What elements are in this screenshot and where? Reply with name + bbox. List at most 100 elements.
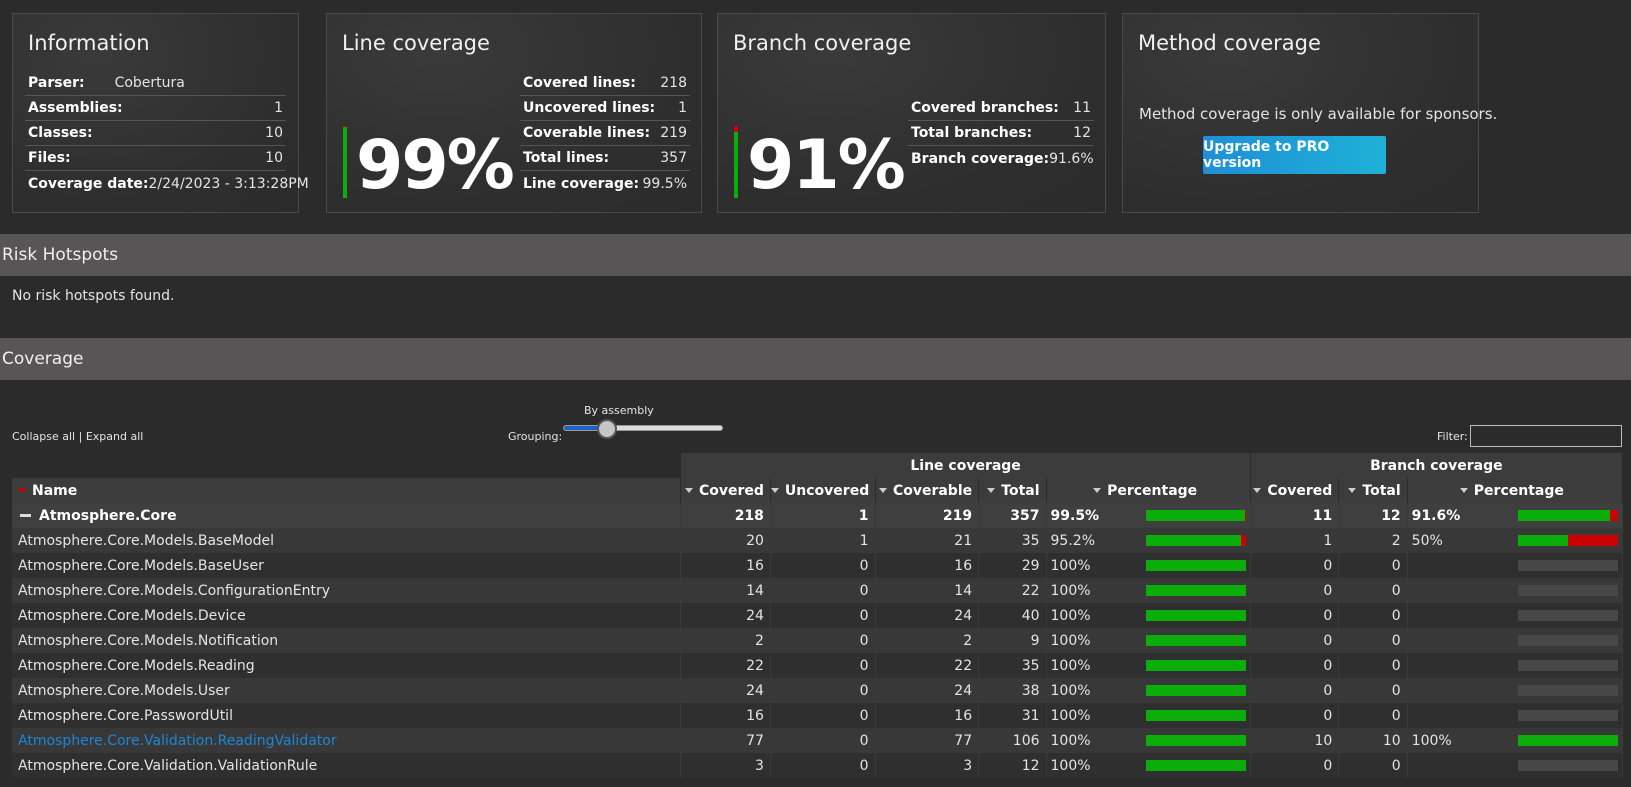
table-row[interactable]: Atmosphere.Core.Models.Reading 22 0 22 35 100… <box>12 653 1624 678</box>
branch-coverage-bar <box>1518 660 1618 671</box>
column-branch-percentage[interactable]: Percentage <box>1407 478 1624 503</box>
sort-icon <box>684 488 693 493</box>
table-row[interactable]: Atmosphere.Core.Models.User 24 0 24 38 100% 0 0 <box>12 678 1624 703</box>
table-row[interactable]: Atmosphere.Core.Validation.ReadingValida… <box>12 728 1624 753</box>
sort-icon <box>1459 488 1468 493</box>
no-risk-hotspots-text: No risk hotspots found. <box>12 288 175 304</box>
covered-fill <box>1145 610 1246 621</box>
info-row-parser: Parser: Cobertura <box>25 71 286 96</box>
uncovered-gauge-fill <box>734 126 738 133</box>
covered-fill <box>1145 585 1246 596</box>
column-group-header: Line coverage Branch coverage <box>12 453 1624 478</box>
branch-coverage-card: Branch coverage 91% Covered branches: 11 … <box>717 13 1106 213</box>
collapse-icon[interactable] <box>20 514 31 517</box>
branch-coverage-bar <box>1518 710 1618 721</box>
class-name: Atmosphere.Core.Models.Device <box>18 607 246 624</box>
line-row-coverable: Coverable lines: 219 <box>520 121 690 146</box>
line-coverage-gauge <box>343 126 347 198</box>
class-name: Atmosphere.Core.Models.BaseUser <box>18 557 264 574</box>
table-row[interactable]: Atmosphere.Core.Models.Device 24 0 24 40 100%… <box>12 603 1624 628</box>
uncovered-fill <box>1609 510 1618 521</box>
expand-collapse-controls: Collapse all | Expand all <box>12 430 143 443</box>
line-row-coverage: Line coverage: 99.5% <box>523 175 687 192</box>
covered-fill <box>1145 560 1246 571</box>
information-card: Information Parser: Cobertura Assemblies:… <box>12 13 309 213</box>
line-coverage-list: Covered lines: 218 Uncovered lines: 1 Cove… <box>520 71 690 196</box>
sort-icon <box>1348 488 1357 493</box>
sort-icon <box>987 488 996 493</box>
parser-value: Cobertura <box>114 75 185 91</box>
class-link[interactable]: Atmosphere.Core.Validation.ReadingValida… <box>18 733 337 749</box>
line-coverage-bar <box>1145 735 1246 746</box>
information-title: Information <box>28 31 150 55</box>
line-row-covered: Covered lines: 218 <box>520 71 690 96</box>
grouping-slider[interactable] <box>563 425 723 431</box>
link-separator: | <box>78 430 83 443</box>
class-name: Atmosphere.Core.Models.Notification <box>18 632 279 649</box>
upgrade-pro-button[interactable]: Upgrade to PRO version <box>1203 136 1386 174</box>
line-row-uncovered: Uncovered lines: 1 <box>520 96 690 121</box>
covered-fill <box>1145 760 1246 771</box>
method-coverage-title: Method coverage <box>1138 31 1321 55</box>
sort-icon <box>878 488 887 493</box>
covered-fill <box>1145 660 1246 671</box>
line-coverage-card: Line coverage 99% Covered lines: 218 Unco… <box>326 13 702 213</box>
branch-coverage-bar <box>1518 535 1618 546</box>
column-uncovered[interactable]: Uncovered <box>770 478 876 503</box>
line-coverage-bar <box>1145 710 1246 721</box>
class-name: Atmosphere.Core.PasswordUtil <box>18 707 233 724</box>
uncovered-fill <box>1245 510 1246 521</box>
covered-fill <box>1145 510 1246 521</box>
table-row[interactable]: Atmosphere.Core.Models.BaseModel 20 1 21 35 9… <box>12 528 1624 553</box>
line-coverage-percent: 99% <box>356 126 515 205</box>
line-coverage-bar <box>1145 660 1246 671</box>
uncovered-fill <box>1240 535 1246 546</box>
class-rows: Atmosphere.Core.Models.BaseModel 20 1 21 35 9… <box>12 528 1624 778</box>
line-coverage-bar <box>1145 760 1246 771</box>
branch-row-covered: Covered branches: 11 <box>908 96 1094 121</box>
branch-coverage-bar <box>1518 760 1618 771</box>
line-coverage-bar <box>1145 635 1246 646</box>
table-row[interactable]: Atmosphere.Core.Models.BaseUser 16 0 16 29 10… <box>12 553 1624 578</box>
covered-fill <box>1518 510 1610 521</box>
grouping-label: Grouping: <box>508 430 563 443</box>
column-coverable[interactable]: Coverable <box>875 478 980 503</box>
assembly-row[interactable]: Atmosphere.Core 218 1 219 357 99.5% 11 1… <box>12 503 1624 528</box>
assembly-name: Atmosphere.Core <box>39 507 177 524</box>
expand-all-link[interactable]: Expand all <box>86 430 144 443</box>
column-branch-covered[interactable]: Covered <box>1250 478 1340 503</box>
column-total[interactable]: Total <box>978 478 1047 503</box>
class-name: Atmosphere.Core.Models.User <box>18 682 230 699</box>
column-covered[interactable]: Covered <box>680 478 771 503</box>
sort-desc-icon <box>18 488 26 493</box>
covered-fill <box>1518 535 1568 546</box>
class-name: Atmosphere.Core.Models.ConfigurationEntr… <box>18 582 331 599</box>
grouping-slider-thumb[interactable] <box>597 419 617 439</box>
sort-icon <box>770 488 779 493</box>
line-coverage-group-header: Line coverage <box>680 453 1251 478</box>
column-percentage[interactable]: Percentage <box>1046 478 1251 503</box>
collapse-all-link[interactable]: Collapse all <box>12 430 75 443</box>
branch-coverage-bar <box>1518 635 1618 646</box>
branch-row-total: Total branches: 12 <box>908 121 1094 146</box>
table-row[interactable]: Atmosphere.Core.PasswordUtil 16 0 16 31 100% 0… <box>12 703 1624 728</box>
branch-coverage-bar <box>1518 585 1618 596</box>
covered-fill <box>1145 685 1246 696</box>
grouping-value: By assembly <box>584 404 654 417</box>
table-row[interactable]: Atmosphere.Core.Models.Notification 2 0 2 9 1… <box>12 628 1624 653</box>
line-coverage-bar <box>1145 585 1246 596</box>
information-list: Parser: Cobertura Assemblies: 1 Classes: 10… <box>25 71 309 196</box>
filter-input[interactable] <box>1470 425 1622 447</box>
table-row[interactable]: Atmosphere.Core.Models.ConfigurationEntr… <box>12 578 1624 603</box>
branch-coverage-gauge <box>734 126 738 198</box>
sort-icon <box>1253 488 1262 493</box>
branch-coverage-bar <box>1518 735 1618 746</box>
line-coverage-bar <box>1145 510 1246 521</box>
column-header-row: Name Covered Uncovered Coverable Total P… <box>12 478 1624 503</box>
branch-coverage-percent: 91% <box>747 126 906 205</box>
info-row-classes: Classes: 10 <box>25 121 286 146</box>
column-name[interactable]: Name <box>12 478 682 503</box>
class-name: Atmosphere.Core.Validation.ValidationRul… <box>18 757 318 774</box>
table-row[interactable]: Atmosphere.Core.Validation.ValidationRul… <box>12 753 1624 778</box>
column-branch-total[interactable]: Total <box>1338 478 1408 503</box>
